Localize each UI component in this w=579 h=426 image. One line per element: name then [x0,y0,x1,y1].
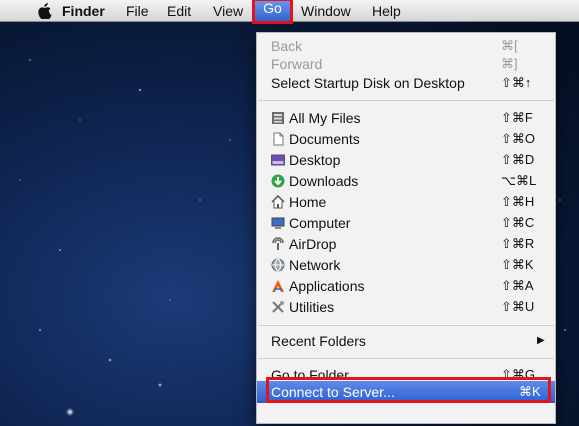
computer-icon [271,217,285,229]
apple-icon[interactable] [35,3,53,19]
submenu-arrow-icon: ▶ [537,335,545,346]
menu-file[interactable]: File [126,0,149,22]
home-shortcut: ⇧⌘H [501,194,535,209]
menu-item-applications[interactable]: Applications ⇧⌘A [257,275,555,297]
documents-shortcut: ⇧⌘O [501,131,536,146]
menu-separator [258,325,554,326]
documents-icon [273,132,284,146]
startup-shortcut: ⇧⌘↑ [501,75,532,90]
menu-item-airdrop[interactable]: AirDrop ⇧⌘R [257,233,555,255]
desktop-shortcut: ⇧⌘D [501,152,535,167]
applications-shortcut: ⇧⌘A [501,278,534,293]
menu-item-utilities[interactable]: Utilities ⇧⌘U [257,296,555,318]
menu-item-connect-to-server[interactable]: Connect to Server... ⌘K [257,381,555,403]
utilities-shortcut: ⇧⌘U [501,299,535,314]
desktop-label: Desktop [289,152,341,168]
menu-view[interactable]: View [213,0,243,22]
startup-label: Select Startup Disk on Desktop [271,75,465,91]
home-label: Home [289,194,327,210]
desktop-icon [271,154,285,166]
menu-edit[interactable]: Edit [167,0,191,22]
menu-item-all-my-files[interactable]: All My Files ⇧⌘F [257,107,555,129]
menu-item-downloads[interactable]: Downloads ⌥⌘L [257,170,555,192]
menu-item-recent-folders[interactable]: Recent Folders ▶ [257,330,555,352]
menu-item-desktop[interactable]: Desktop ⇧⌘D [257,149,555,171]
connect-to-server-label: Connect to Server... [271,384,395,400]
applications-icon [272,280,284,292]
network-label: Network [289,257,341,273]
menu-help[interactable]: Help [372,0,401,22]
menu-window[interactable]: Window [301,0,351,22]
menu-bar: Finder File Edit View Go Window Help [0,0,579,24]
menu-item-select-startup-disk[interactable]: Select Startup Disk on Desktop ⇧⌘↑ [257,72,555,94]
menu-item-network[interactable]: Network ⇧⌘K [257,254,555,276]
all-my-files-label: All My Files [289,110,361,126]
menu-separator [258,358,554,359]
applications-label: Applications [289,278,365,294]
documents-label: Documents [289,131,360,147]
utilities-label: Utilities [289,299,335,315]
computer-shortcut: ⇧⌘C [501,215,535,230]
menu-separator [258,100,554,101]
menu-item-documents[interactable]: Documents ⇧⌘O [257,128,555,150]
airdrop-shortcut: ⇧⌘R [501,236,535,251]
connect-to-server-shortcut: ⌘K [519,384,541,399]
downloads-shortcut: ⌥⌘L [501,173,537,188]
airdrop-label: AirDrop [289,236,337,252]
network-shortcut: ⇧⌘K [501,257,534,272]
downloads-label: Downloads [289,173,359,189]
computer-label: Computer [289,215,351,231]
all-my-files-shortcut: ⇧⌘F [501,110,533,125]
menu-item-computer[interactable]: Computer ⇧⌘C [257,212,555,234]
downloads-icon [271,174,285,188]
all-my-files-icon [272,112,284,124]
recent-folders-label: Recent Folders [271,333,366,349]
menu-item-home[interactable]: Home ⇧⌘H [257,191,555,213]
airdrop-icon [272,237,284,250]
home-icon [271,195,285,209]
network-icon [271,258,285,272]
menu-finder[interactable]: Finder [62,0,105,22]
go-menu-dropdown: Back ⌘[ Forward ⌘] Select Startup Disk o… [256,32,556,424]
menu-go[interactable]: Go [252,0,293,24]
utilities-icon [272,301,284,313]
